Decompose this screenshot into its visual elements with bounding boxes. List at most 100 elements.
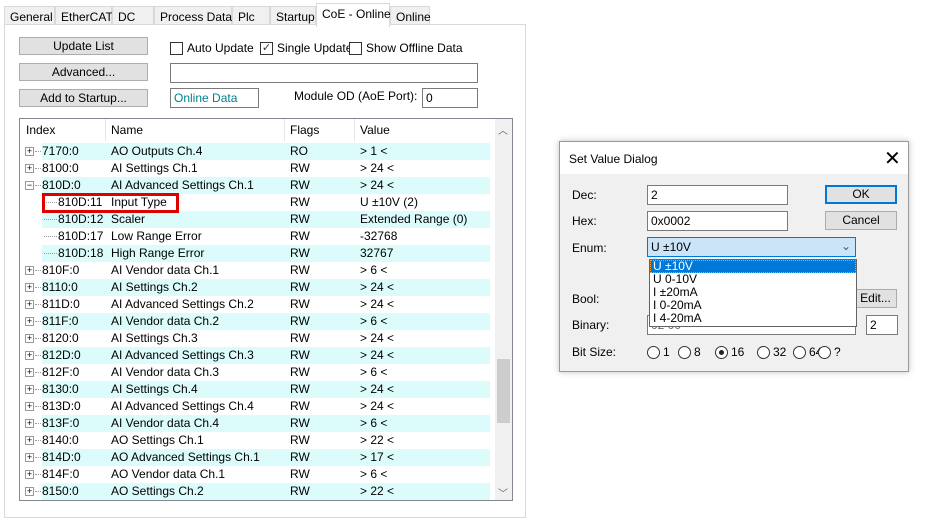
expand-icon[interactable]: +: [25, 300, 34, 309]
column-flags[interactable]: Flags: [290, 123, 319, 137]
dec-label: Dec:: [572, 188, 597, 202]
table-row[interactable]: +8100:0 AI Settings Ch.1 RW > 24 <: [20, 160, 494, 177]
table-row[interactable]: +8110:0 AI Settings Ch.2 RW > 24 <: [20, 279, 494, 296]
cell-flags: RO: [290, 144, 308, 158]
table-row[interactable]: +814F:0 AO Vendor data Ch.1 RW > 6 <: [20, 466, 494, 483]
advanced-button[interactable]: Advanced...: [19, 63, 148, 81]
table-row[interactable]: +8130:0 AI Settings Ch.4 RW > 24 <: [20, 381, 494, 398]
scrollbar-thumb[interactable]: [497, 359, 510, 423]
expand-icon[interactable]: +: [25, 453, 34, 462]
collapse-icon[interactable]: −: [25, 181, 34, 190]
radio-label: ?: [834, 345, 841, 359]
cell-index: 810D:12: [58, 212, 104, 226]
close-icon[interactable]: ✕: [884, 146, 901, 171]
expand-icon[interactable]: +: [25, 283, 34, 292]
cell-value: > 17 <: [360, 450, 395, 464]
table-row[interactable]: +812F:0 AI Vendor data Ch.3 RW > 6 <: [20, 364, 494, 381]
enum-option[interactable]: I 4-20mA: [650, 312, 856, 325]
bitsize-radio-32[interactable]: 32: [757, 345, 786, 359]
cancel-button[interactable]: Cancel: [825, 211, 897, 230]
single-update-checkbox[interactable]: ✓ Single Update: [260, 41, 352, 55]
table-row[interactable]: +8150:0 AO Settings Ch.2 RW > 22 <: [20, 483, 494, 500]
expand-icon[interactable]: +: [25, 351, 34, 360]
enum-select[interactable]: U ±10V ⌄: [647, 237, 856, 257]
column-index[interactable]: Index: [26, 123, 55, 137]
enum-selected-value: U ±10V: [651, 240, 691, 254]
table-row[interactable]: +811F:0 AI Vendor data Ch.2 RW > 6 <: [20, 313, 494, 330]
table-row[interactable]: +814D:0 AO Advanced Settings Ch.1 RW > 17 <: [20, 449, 494, 466]
show-offline-data-checkbox[interactable]: Show Offline Data: [349, 41, 463, 55]
table-row[interactable]: +813D:0 AI Advanced Settings Ch.4 RW > 24 <: [20, 398, 494, 415]
expand-icon[interactable]: +: [25, 436, 34, 445]
table-row[interactable]: −810D:0 AI Advanced Settings Ch.1 RW > 24 <: [20, 177, 494, 194]
expand-icon[interactable]: +: [25, 317, 34, 326]
tab-dc[interactable]: DC: [112, 6, 154, 26]
expand-icon[interactable]: +: [25, 266, 34, 275]
cell-flags: RW: [290, 161, 310, 175]
dec-input[interactable]: 2: [647, 185, 788, 205]
cell-name: AO Settings Ch.1: [111, 433, 204, 447]
table-row[interactable]: 810D:12 Scaler RW Extended Range (0): [20, 211, 494, 228]
enum-dropdown-list: U ±10V U 0-10V I ±20mA I 0-20mA I 4-20mA: [649, 259, 857, 327]
tab-coe-online[interactable]: CoE - Online: [316, 3, 391, 27]
ok-button[interactable]: OK: [825, 185, 897, 204]
expand-icon[interactable]: +: [25, 470, 34, 479]
expand-icon[interactable]: +: [25, 164, 34, 173]
expand-icon[interactable]: +: [25, 385, 34, 394]
table-row[interactable]: 810D:17 Low Range Error RW -32768: [20, 228, 494, 245]
tab-plc[interactable]: Plc: [232, 6, 270, 26]
cell-flags: RW: [290, 178, 310, 192]
table-row[interactable]: +813F:0 AI Vendor data Ch.4 RW > 6 <: [20, 415, 494, 432]
expand-icon[interactable]: +: [25, 147, 34, 156]
table-row[interactable]: +811D:0 AI Advanced Settings Ch.2 RW > 24 <: [20, 296, 494, 313]
table-row[interactable]: +8140:0 AO Settings Ch.1 RW > 22 <: [20, 432, 494, 449]
binary-size-input[interactable]: 2: [866, 315, 898, 335]
cell-flags: RW: [290, 280, 310, 294]
bitsize-radio-8[interactable]: 8: [678, 345, 701, 359]
cell-name: AI Vendor data Ch.3: [111, 365, 220, 379]
enum-label: Enum:: [572, 241, 607, 255]
bitsize-radio-unknown[interactable]: ?: [818, 345, 841, 359]
table-row[interactable]: +7170:0 AO Outputs Ch.4 RO > 1 <: [20, 143, 494, 160]
module-od-label: Module OD (AoE Port):: [294, 89, 418, 103]
table-row[interactable]: +810F:0 AI Vendor data Ch.1 RW > 6 <: [20, 262, 494, 279]
add-to-startup-button[interactable]: Add to Startup...: [19, 89, 148, 107]
cell-name: AO Settings Ch.2: [111, 484, 204, 498]
update-list-button[interactable]: Update List: [19, 37, 148, 55]
expand-icon[interactable]: +: [25, 419, 34, 428]
cell-name: AI Vendor data Ch.2: [111, 314, 220, 328]
radio-label: 8: [694, 345, 701, 359]
scroll-up-icon[interactable]: ︿: [498, 122, 508, 137]
vertical-scrollbar[interactable]: ︿ ﹀: [495, 119, 512, 500]
expand-icon[interactable]: +: [25, 334, 34, 343]
column-value[interactable]: Value: [360, 123, 390, 137]
table-row[interactable]: +812D:0 AI Advanced Settings Ch.3 RW > 24 <: [20, 347, 494, 364]
scroll-down-icon[interactable]: ﹀: [498, 485, 508, 500]
tab-general[interactable]: General: [4, 6, 55, 26]
checkbox-label: Show Offline Data: [366, 41, 463, 55]
cell-name: AI Advanced Settings Ch.1: [111, 178, 254, 192]
hex-input[interactable]: 0x0002: [647, 211, 788, 231]
cell-index: 813D:0: [42, 399, 81, 413]
table-row[interactable]: 810D:18 High Range Error RW 32767: [20, 245, 494, 262]
tab-startup[interactable]: Startup: [270, 6, 316, 26]
cell-index: 8140:0: [42, 433, 79, 447]
bitsize-radio-1[interactable]: 1: [647, 345, 670, 359]
tab-ethercat[interactable]: EtherCAT: [55, 6, 113, 26]
expand-icon[interactable]: +: [25, 402, 34, 411]
cell-value: > 24 <: [360, 348, 395, 362]
table-row[interactable]: +8120:0 AI Settings Ch.3 RW > 24 <: [20, 330, 494, 347]
radio-label: 1: [663, 345, 670, 359]
expand-icon[interactable]: +: [25, 368, 34, 377]
module-od-input[interactable]: 0: [422, 88, 478, 108]
column-name[interactable]: Name: [111, 123, 143, 137]
edit-button[interactable]: Edit...: [854, 289, 897, 308]
expand-icon[interactable]: +: [25, 487, 34, 496]
cell-name: AO Advanced Settings Ch.1: [111, 450, 260, 464]
tab-online[interactable]: Online: [390, 6, 431, 26]
auto-update-checkbox[interactable]: Auto Update: [170, 41, 254, 55]
advanced-field[interactable]: [170, 63, 478, 83]
bitsize-radio-16[interactable]: 16: [715, 345, 744, 359]
cell-name: High Range Error: [111, 246, 205, 260]
tab-process-data[interactable]: Process Data: [154, 6, 232, 26]
